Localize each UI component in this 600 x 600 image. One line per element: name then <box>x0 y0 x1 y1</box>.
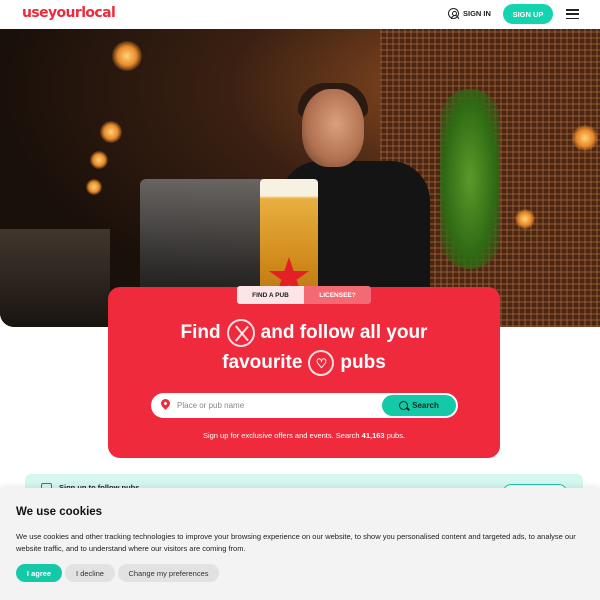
cookie-text: We use cookies and other tracking techno… <box>16 532 576 553</box>
search-button[interactable]: Search <box>382 395 456 416</box>
user-icon <box>448 8 459 19</box>
cookie-banner: We use cookies We use cookies and other … <box>0 488 600 600</box>
location-pin-icon <box>159 397 172 410</box>
search-icon <box>399 401 409 410</box>
hero-headline: Find and follow all your favourite ♡ pub… <box>108 318 500 378</box>
hero-image <box>0 29 600 327</box>
tab-find-a-pub[interactable]: FIND A PUB <box>237 286 304 304</box>
page: useyourlocal SIGN IN SIGN UP FIND A PUB … <box>0 0 600 600</box>
heart-icon: ♡ <box>308 350 335 376</box>
pub-search-box: Search <box>151 393 458 418</box>
site-logo[interactable]: useyourlocal <box>22 5 116 21</box>
pub-count: 41,163 <box>361 431 385 440</box>
sign-in-label: SIGN IN <box>463 9 491 18</box>
cookie-title: We use cookies <box>16 506 103 518</box>
search-input[interactable] <box>177 396 377 415</box>
agree-button[interactable]: I agree <box>16 564 62 582</box>
map-icon <box>226 319 255 347</box>
tab-licensee[interactable]: LICENSEE? <box>304 286 371 304</box>
decline-button[interactable]: I decline <box>65 564 115 582</box>
hamburger-menu-icon[interactable] <box>566 9 579 20</box>
sign-in-link[interactable]: SIGN IN <box>448 8 491 19</box>
search-tabs: FIND A PUB LICENSEE? <box>237 286 371 304</box>
signup-note: Sign up for exclusive offers and events.… <box>202 431 406 440</box>
change-preferences-button[interactable]: Change my preferences <box>118 564 219 582</box>
cookie-actions: I agree I decline Change my preferences <box>16 564 219 582</box>
sign-up-button[interactable]: SIGN UP <box>503 4 553 24</box>
site-header: useyourlocal SIGN IN SIGN UP <box>0 0 600 29</box>
